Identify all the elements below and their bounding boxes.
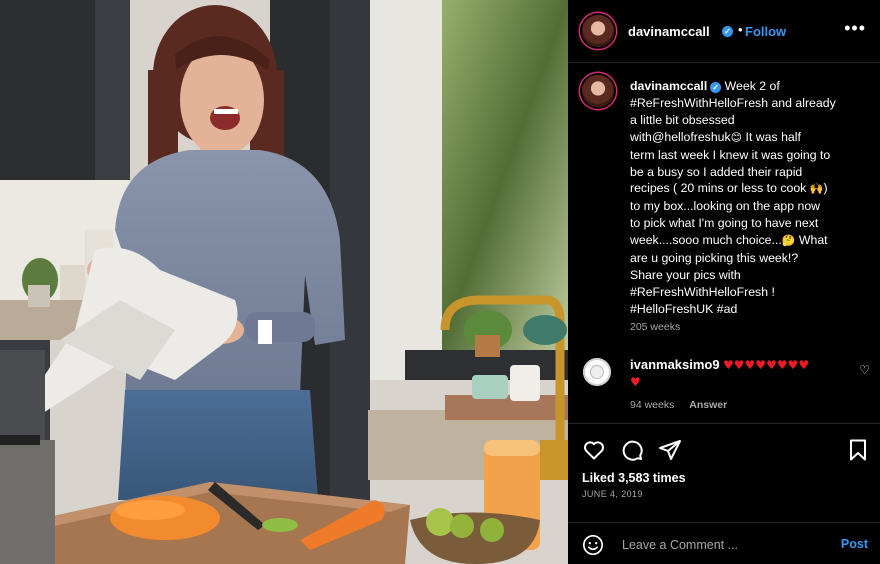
post-caption: davinamccall ✓ Week 2 of #ReFreshWithHell… bbox=[630, 78, 866, 318]
author-username[interactable]: davinamccall bbox=[628, 24, 710, 39]
likes-count[interactable]: Liked 3,583 times bbox=[582, 471, 686, 485]
post-header: davinamccall ✓ • Follow ••• bbox=[568, 0, 880, 63]
author-avatar[interactable] bbox=[582, 15, 614, 47]
hashtag-link[interactable]: #ReFreshWithHelloFresh ! bbox=[630, 285, 775, 299]
emoji: 🙌 bbox=[809, 182, 824, 196]
kitchen-photo-illustration bbox=[0, 0, 568, 564]
smiley-icon[interactable] bbox=[582, 534, 604, 556]
comment-text: ♥ bbox=[630, 374, 641, 389]
comment-input[interactable] bbox=[620, 533, 824, 557]
post-photo[interactable] bbox=[0, 0, 568, 564]
action-bar bbox=[568, 423, 880, 464]
caption-text: to pick what I'm going to have next bbox=[630, 216, 819, 231]
heart-icon[interactable] bbox=[582, 438, 606, 462]
comment-meta: 94 weeks Answer bbox=[630, 399, 739, 411]
hashtag-link[interactable]: #HelloFreshUK #ad bbox=[630, 302, 737, 316]
caption-author-avatar[interactable] bbox=[582, 75, 614, 107]
share-icon[interactable] bbox=[658, 438, 682, 462]
caption-username[interactable]: davinamccall bbox=[630, 79, 707, 93]
answer-button[interactable]: Answer bbox=[689, 399, 727, 411]
post-comment-button[interactable]: Post bbox=[841, 537, 868, 551]
caption-text: ) bbox=[823, 181, 828, 196]
caption-text: Week 2 of bbox=[724, 79, 780, 93]
separator-dot: • bbox=[738, 22, 743, 37]
caption-text: term last week I knew it was going to bbox=[630, 147, 831, 162]
verified-icon: ✓ bbox=[722, 26, 733, 37]
comment-text: ♥♥♥♥♥♥♥♥ bbox=[723, 358, 810, 372]
instagram-post-modal: davinamccall ✓ • Follow ••• davinamccall… bbox=[0, 0, 880, 564]
comment-composer: Post bbox=[568, 522, 880, 564]
post-date: JUNE 4, 2019 bbox=[582, 489, 643, 499]
verified-icon: ✓ bbox=[710, 82, 722, 93]
post-details-panel: davinamccall ✓ • Follow ••• davinamccall… bbox=[568, 0, 880, 564]
caption-text: recipes ( 20 mins or less to cook bbox=[630, 181, 810, 196]
caption-text: week....sooo much choice... bbox=[630, 233, 782, 248]
comment-like-icon[interactable]: ♡ bbox=[859, 363, 870, 377]
caption-text: to my box...looking on the app now bbox=[630, 199, 821, 214]
caption-timestamp[interactable]: 205 weeks bbox=[630, 321, 680, 333]
emoji: 😊 bbox=[730, 130, 743, 144]
caption-text: What bbox=[795, 233, 828, 248]
bookmark-icon[interactable] bbox=[846, 438, 870, 462]
follow-button[interactable]: Follow bbox=[745, 24, 786, 39]
caption-text: be a busy so I added their rapid bbox=[630, 164, 803, 179]
caption-text: are u going picking this week!? bbox=[630, 251, 799, 266]
emoji: 🤔 bbox=[781, 234, 796, 248]
caption-text: a little bit obsessed bbox=[630, 112, 735, 127]
mention-link[interactable]: with@hellofreshuk bbox=[630, 130, 731, 144]
caption-text: It was half bbox=[742, 129, 801, 144]
comment-icon[interactable] bbox=[620, 438, 644, 462]
more-icon[interactable]: ••• bbox=[844, 18, 866, 39]
caption-text: Share your pics with bbox=[630, 267, 741, 282]
comment: ivanmaksimo9 ♥♥♥♥♥♥♥♥ ♥ bbox=[630, 357, 850, 390]
comment-timestamp[interactable]: 94 weeks bbox=[630, 399, 674, 411]
commenter-username[interactable]: ivanmaksimo9 bbox=[630, 357, 720, 372]
hashtag-link[interactable]: #ReFreshWithHelloFresh and already bbox=[630, 96, 836, 110]
commenter-avatar[interactable] bbox=[583, 358, 611, 386]
